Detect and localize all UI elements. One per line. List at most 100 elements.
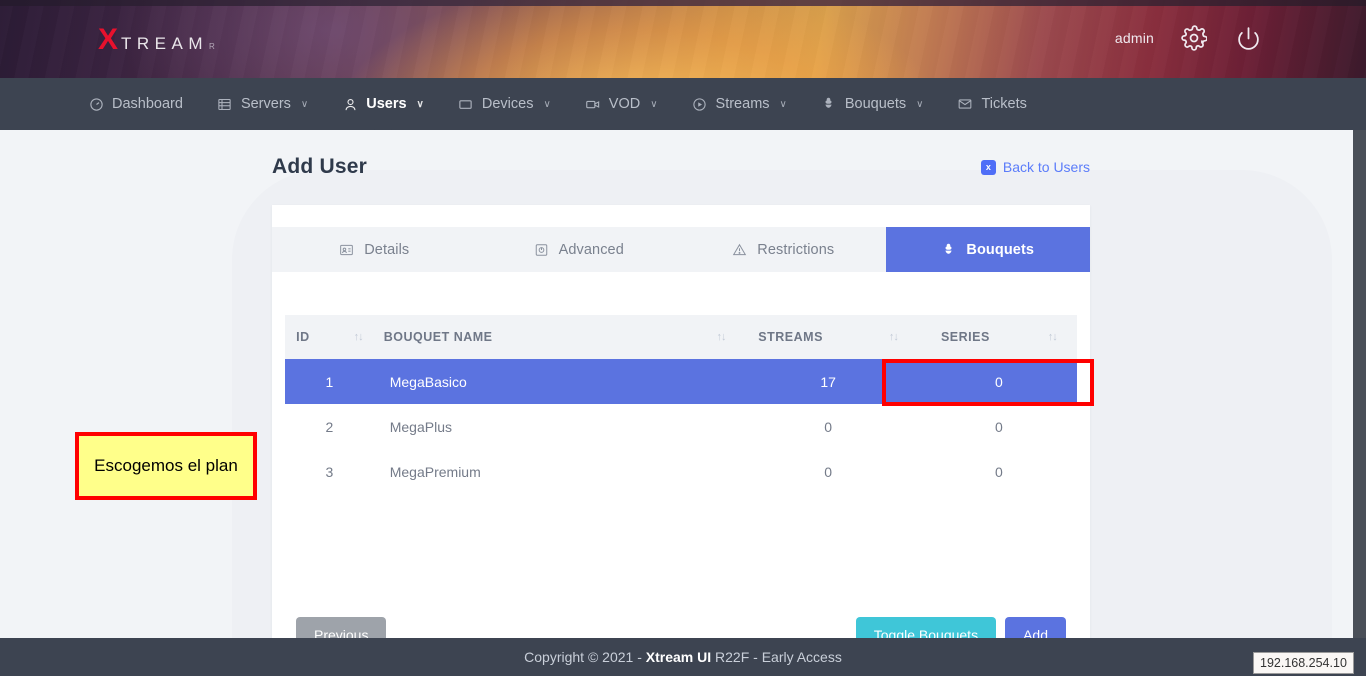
column-header-bouquet-name[interactable]: BOUQUET NAME ↑↓ — [373, 315, 736, 359]
table-body: 1 MegaBasico 17 0 2 MegaPlus 0 0 3 MegaP… — [285, 359, 1077, 494]
tab-bouquets[interactable]: Bouquets — [885, 227, 1090, 272]
back-to-users-label: Back to Users — [1002, 159, 1090, 175]
logo-superscript: R — [209, 42, 215, 51]
page-footer: Copyright © 2021 - Xtream UI R22F - Earl… — [0, 638, 1366, 676]
chevron-down-icon: ∨ — [916, 98, 924, 110]
warning-triangle-icon — [732, 243, 747, 257]
bouquets-table-wrapper: ID ↑↓ BOUQUET NAME ↑↓ STREAMS ↑↓ SERIES … — [272, 272, 1090, 494]
table-row[interactable]: 2 MegaPlus 0 0 — [285, 404, 1077, 449]
tab-label-restrictions: Restrictions — [757, 241, 835, 258]
nav-item-dashboard[interactable]: Dashboard — [88, 78, 183, 130]
gear-icon[interactable] — [1180, 24, 1208, 52]
chevron-down-icon: ∨ — [543, 98, 551, 110]
bouquet-icon — [821, 96, 837, 112]
annotation-callout: Escogemos el plan — [75, 432, 257, 500]
page-body: Add User x Back to Users Details Advance… — [0, 130, 1366, 638]
sort-icon-bouquet-name[interactable]: ↑↓ — [717, 331, 727, 343]
bouquet-icon — [941, 242, 956, 258]
column-label-series: SERIES — [940, 330, 990, 344]
dashboard-icon — [88, 96, 104, 112]
nav-item-bouquets[interactable]: Bouquets ∨ — [821, 78, 924, 130]
cell-streams: 17 — [735, 359, 921, 404]
x-box-icon: x — [980, 159, 996, 175]
admin-username[interactable]: admin — [1115, 30, 1154, 46]
cell-bouquet-name: MegaPlus — [389, 418, 452, 435]
nav-label-tickets: Tickets — [981, 96, 1027, 112]
table-row[interactable]: 1 MegaBasico 17 0 — [285, 359, 1077, 404]
column-header-streams[interactable]: STREAMS ↑↓ — [735, 315, 921, 359]
sort-icon-id[interactable]: ↑↓ — [354, 331, 364, 343]
card-top-spacer — [272, 205, 1090, 227]
previous-button[interactable]: Previous — [296, 617, 387, 638]
servers-icon — [217, 96, 233, 112]
header-actions: admin — [1115, 24, 1262, 52]
tab-details[interactable]: Details — [272, 227, 477, 272]
main-navigation: Dashboard Servers ∨ Users ∨ Devices ∨ VO… — [0, 78, 1366, 139]
nav-item-devices[interactable]: Devices ∨ — [458, 78, 551, 130]
cell-id: 3 — [325, 463, 334, 480]
column-header-id[interactable]: ID ↑↓ — [285, 315, 374, 359]
add-user-card: Details Advanced Restrictions Bouquets I… — [272, 205, 1090, 638]
nav-item-servers[interactable]: Servers ∨ — [217, 78, 308, 130]
column-label-bouquet-name: BOUQUET NAME — [383, 330, 493, 344]
bouquets-table: ID ↑↓ BOUQUET NAME ↑↓ STREAMS ↑↓ SERIES … — [285, 315, 1077, 494]
chevron-down-icon: ∨ — [779, 98, 787, 110]
back-to-users-link[interactable]: x Back to Users — [980, 159, 1090, 175]
nav-label-streams: Streams — [715, 96, 770, 112]
cell-series: 0 — [994, 418, 1003, 435]
add-button[interactable]: Add — [1005, 617, 1066, 638]
tab-advanced[interactable]: Advanced — [476, 227, 681, 272]
nav-item-tickets[interactable]: Tickets — [957, 78, 1027, 130]
copyright-prefix: Copyright © 2021 - — [524, 649, 646, 665]
page-header: Add User x Back to Users — [272, 155, 1090, 179]
chevron-down-icon: ∨ — [300, 98, 309, 110]
copyright-suffix: R22F - Early Access — [711, 649, 842, 665]
cell-id: 2 — [325, 418, 334, 435]
user-icon — [342, 96, 358, 112]
cell-series: 0 — [994, 463, 1003, 480]
tab-restrictions[interactable]: Restrictions — [681, 227, 886, 272]
logo-x-mark: X — [98, 23, 118, 56]
mail-icon — [957, 96, 973, 112]
cell-streams: 0 — [824, 463, 833, 480]
cell-id: 1 — [285, 359, 374, 404]
table-row[interactable]: 3 MegaPremium 0 0 — [285, 449, 1077, 494]
xtream-logo[interactable]: X TREAM R — [98, 25, 215, 55]
copyright-text: Copyright © 2021 - Xtream UI R22F - Earl… — [524, 649, 842, 665]
tab-label-bouquets: Bouquets — [966, 241, 1035, 258]
primary-actions: Toggle Bouquets Add — [855, 617, 1066, 638]
nav-item-users[interactable]: Users ∨ — [342, 78, 424, 139]
cell-bouquet-name: MegaBasico — [373, 359, 736, 404]
cell-bouquet-name: MegaPremium — [389, 463, 481, 480]
nav-item-streams[interactable]: Streams ∨ — [692, 78, 787, 130]
sort-icon-streams[interactable]: ↑↓ — [889, 331, 899, 343]
toggle-bouquets-button[interactable]: Toggle Bouquets — [855, 617, 997, 638]
table-header-row: ID ↑↓ BOUQUET NAME ↑↓ STREAMS ↑↓ SERIES … — [285, 315, 1077, 359]
column-label-streams: STREAMS — [758, 330, 823, 344]
sliders-icon — [534, 243, 549, 257]
nav-label-devices: Devices — [481, 96, 534, 112]
top-banner: X TREAM R admin — [0, 0, 1366, 78]
chevron-down-icon: ∨ — [650, 98, 658, 110]
power-icon[interactable] — [1234, 24, 1262, 52]
sort-icon-series[interactable]: ↑↓ — [1048, 331, 1058, 343]
cell-series: 0 — [920, 359, 1077, 404]
card-action-bar: Previous Toggle Bouquets Add — [272, 617, 1090, 638]
device-icon — [458, 96, 474, 112]
id-card-icon — [339, 243, 354, 257]
nav-label-users: Users — [366, 96, 407, 112]
nav-label-bouquets: Bouquets — [844, 96, 907, 112]
column-header-series[interactable]: SERIES ↑↓ — [920, 315, 1077, 359]
banner-top-strip — [0, 0, 1366, 6]
column-label-id: ID — [296, 330, 310, 344]
tab-label-details: Details — [364, 241, 410, 258]
cell-streams: 0 — [824, 418, 833, 435]
chevron-down-icon: ∨ — [416, 98, 424, 110]
tab-label-advanced: Advanced — [558, 241, 624, 258]
ip-address-tooltip: 192.168.254.10 — [1253, 652, 1354, 674]
nav-item-vod[interactable]: VOD ∨ — [585, 78, 658, 130]
logo-wordmark: TREAM — [121, 34, 209, 53]
video-icon — [585, 96, 601, 112]
table-head: ID ↑↓ BOUQUET NAME ↑↓ STREAMS ↑↓ SERIES … — [285, 315, 1077, 359]
nav-label-servers: Servers — [240, 96, 291, 112]
